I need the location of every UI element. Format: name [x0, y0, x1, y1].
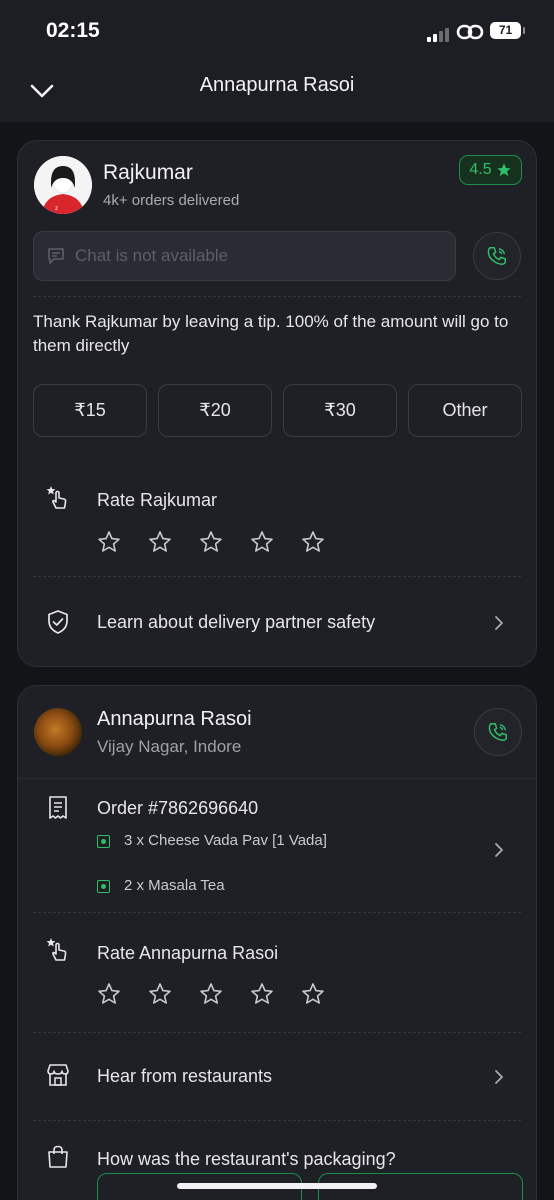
star-outline-icon[interactable] — [148, 530, 172, 554]
divider — [33, 912, 521, 913]
order-number: Order #7862696640 — [97, 798, 259, 818]
svg-text:z: z — [55, 206, 58, 212]
page-title: Annapurna Rasoi — [199, 74, 355, 96]
call-restaurant-button[interactable] — [474, 708, 522, 756]
avatar: z — [34, 156, 92, 214]
rider-orders-count: 4k+ orders delivered — [103, 192, 240, 209]
star-outline-icon[interactable] — [97, 982, 121, 1006]
chat-icon — [48, 248, 64, 264]
rate-hand-icon — [44, 484, 72, 512]
star-outline-icon[interactable] — [250, 982, 274, 1006]
veg-icon — [97, 835, 110, 848]
star-outline-icon[interactable] — [199, 982, 223, 1006]
restaurant-card: Annapurna Rasoi Vijay Nagar, Indore Orde… — [17, 685, 537, 1200]
chevron-right-icon[interactable] — [492, 614, 506, 632]
divider — [33, 576, 521, 577]
tip-option-15[interactable]: ₹15 — [33, 384, 147, 437]
star-outline-icon[interactable] — [97, 530, 121, 554]
signal-icon — [427, 24, 451, 42]
restaurant-image — [34, 708, 82, 756]
phone-icon — [487, 247, 506, 265]
star-icon — [496, 163, 511, 176]
star-outline-icon[interactable] — [148, 982, 172, 1006]
shopping-bag-icon — [44, 1143, 72, 1171]
star-outline-icon[interactable] — [301, 530, 325, 554]
rating-badge: 4.5 — [459, 155, 522, 185]
divider — [33, 1120, 521, 1121]
rating-value: 4.5 — [469, 161, 492, 178]
tip-option-30[interactable]: ₹30 — [283, 384, 397, 437]
veg-icon — [97, 880, 110, 893]
delivery-partner-card: z Rajkumar 4k+ orders delivered 4.5 Chat… — [17, 140, 537, 667]
shield-check-icon — [44, 608, 72, 636]
rate-restaurant-label: Rate Annapurna Rasoi — [97, 943, 279, 963]
star-outline-icon[interactable] — [250, 530, 274, 554]
chat-input[interactable]: Chat is not available — [33, 231, 456, 281]
tip-option-other[interactable]: Other — [408, 384, 522, 437]
hear-from-restaurants-link[interactable]: Hear from restaurants — [97, 1066, 272, 1087]
divider — [18, 778, 536, 779]
tip-message: Thank Rajkumar by leaving a tip. 100% of… — [33, 312, 509, 355]
chat-placeholder: Chat is not available — [75, 246, 229, 265]
rate-rider-label: Rate Rajkumar — [97, 490, 218, 510]
call-rider-button[interactable] — [473, 232, 521, 280]
home-indicator — [177, 1183, 377, 1189]
restaurant-star-rating[interactable] — [97, 982, 325, 1006]
header: Annapurna Rasoi — [0, 62, 554, 122]
status-bar: 02:15 71 — [0, 0, 554, 62]
order-item: 2 x Masala Tea — [124, 877, 225, 894]
tip-option-20[interactable]: ₹20 — [158, 384, 272, 437]
safety-link[interactable]: Learn about delivery partner safety — [97, 612, 375, 633]
phone-icon — [488, 723, 507, 741]
battery-icon: 71 — [490, 22, 525, 39]
rider-star-rating[interactable] — [97, 530, 325, 554]
star-outline-icon[interactable] — [199, 530, 223, 554]
rate-hand-icon — [44, 936, 72, 964]
order-item: 3 x Cheese Vada Pav [1 Vada] — [124, 832, 327, 849]
link-icon — [456, 22, 484, 47]
status-time: 02:15 — [46, 19, 100, 42]
rider-name: Rajkumar — [103, 161, 193, 184]
restaurant-location: Vijay Nagar, Indore — [97, 737, 242, 756]
chevron-right-icon[interactable] — [492, 841, 506, 859]
store-icon — [44, 1061, 72, 1089]
divider — [33, 1032, 521, 1033]
divider — [33, 296, 521, 297]
chevron-right-icon[interactable] — [492, 1068, 506, 1086]
restaurant-name: Annapurna Rasoi — [97, 708, 252, 730]
receipt-icon — [44, 794, 72, 822]
star-outline-icon[interactable] — [301, 982, 325, 1006]
packaging-question: How was the restaurant's packaging? — [97, 1149, 396, 1169]
